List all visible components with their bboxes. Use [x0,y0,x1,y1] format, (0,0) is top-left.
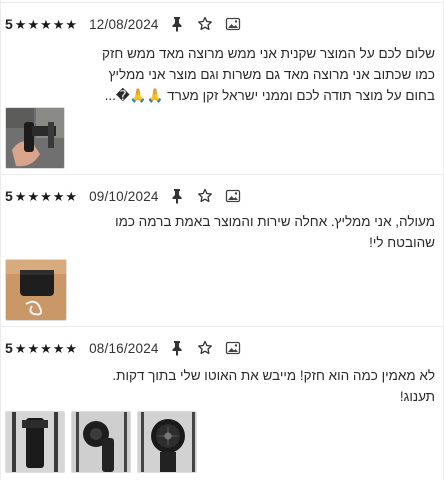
image-icon[interactable] [223,186,243,206]
review-card: 5 ★ ★ ★ ★ ★ 12/08/2024 שלום לכם על המוצר… [1,2,444,174]
reviews-list: 5 ★ ★ ★ ★ ★ 12/08/2024 שלום לכם על המוצר… [0,0,444,480]
review-date: 12/08/2024 [89,16,159,32]
review-text-line: כמו שכתוב אני מרוצה מאד גם משרות וגם מוצ… [108,67,435,82]
review-text: מעולה, אני ממליץ. אחלה שירות והמוצר באמת… [5,211,435,253]
favorite-star-icon[interactable] [195,14,215,34]
review-images [5,411,197,473]
review-images [5,107,65,169]
review-text-line: בחום על מוצר תודה לכם וממני ישראל זקן מע… [104,88,435,103]
review-image-thumbnail[interactable] [71,411,131,473]
review-text-line: שלום לכם על המוצר שקנית אני ממש מרוצה מא… [102,46,435,61]
review-image-thumbnail[interactable] [137,411,197,473]
rating-stars: ★ ★ ★ ★ ★ [15,190,77,203]
rating-stars: ★ ★ ★ ★ ★ [15,342,77,355]
review-text-line: תענוג! [399,389,435,404]
review-header: 5 ★ ★ ★ ★ ★ 12/08/2024 [5,13,437,35]
review-text: שלום לכם על המוצר שקנית אני ממש מרוצה מא… [5,43,435,106]
review-date: 08/16/2024 [89,340,159,356]
review-header: 5 ★ ★ ★ ★ ★ 09/10/2024 [5,185,437,207]
pin-icon[interactable] [167,14,187,34]
star-filled-icon: ★ [65,188,78,204]
rating-value: 5 [5,340,13,356]
star-filled-icon: ★ [40,16,52,32]
star-filled-icon: ★ [40,188,52,204]
rating-value: 5 [5,188,13,204]
image-icon[interactable] [223,14,243,34]
review-text-line: לא מאמין כמה הוא חזק! מייבש את האוטו שלי… [112,368,435,383]
review-text-line: מעולה, אני ממליץ. אחלה שירות והמוצר באמת… [115,214,435,229]
review-date: 09/10/2024 [89,188,159,204]
favorite-star-icon[interactable] [195,338,215,358]
pin-icon[interactable] [167,338,187,358]
rating-value: 5 [5,16,13,32]
review-image-thumbnail[interactable] [5,411,65,473]
review-text: לא מאמין כמה הוא חזק! מייבש את האוטו שלי… [5,365,435,407]
review-image-thumbnail[interactable] [5,259,67,321]
review-images [5,259,67,321]
star-filled-icon: ★ [14,340,27,356]
star-filled-icon: ★ [65,340,78,356]
review-card: 5 ★ ★ ★ ★ ★ 08/16/2024 לא מאמין כמה הוא … [1,326,444,480]
star-filled-icon: ★ [27,188,40,204]
star-filled-icon: ★ [40,340,52,356]
star-filled-icon: ★ [14,188,27,204]
star-filled-icon: ★ [27,16,40,32]
star-filled-icon: ★ [52,188,65,204]
review-card: 5 ★ ★ ★ ★ ★ 09/10/2024 מעולה, אני ממליץ.… [1,174,444,326]
pin-icon[interactable] [167,186,187,206]
star-filled-icon: ★ [27,340,40,356]
rating-stars: ★ ★ ★ ★ ★ [15,18,77,31]
review-header: 5 ★ ★ ★ ★ ★ 08/16/2024 [5,337,437,359]
image-icon[interactable] [223,338,243,358]
review-text-line: שהובטח לי! [369,235,435,250]
star-filled-icon: ★ [65,16,78,32]
review-image-thumbnail[interactable] [5,107,65,169]
star-filled-icon: ★ [52,340,65,356]
star-filled-icon: ★ [52,16,65,32]
star-filled-icon: ★ [14,16,27,32]
favorite-star-icon[interactable] [195,186,215,206]
